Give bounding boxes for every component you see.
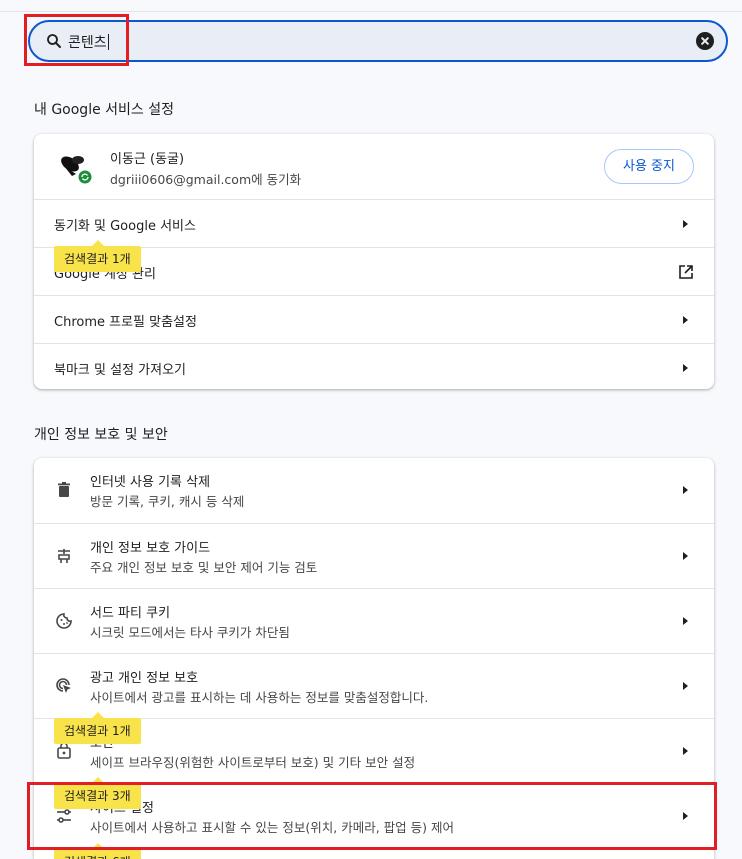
- clear-browsing-data-row[interactable]: 인터넷 사용 기록 삭제 방문 기록, 쿠키, 캐시 등 삭제: [34, 458, 714, 523]
- row-subtitle: 세이프 브라우징(위험한 사이트로부터 보호) 및 기타 보안 설정: [90, 755, 416, 770]
- row-subtitle: 사이트에서 광고를 표시하는 데 사용하는 정보를 맞춤설정합니다.: [90, 690, 429, 705]
- account-email: dgriii0606@gmail.com에 동기화: [110, 172, 302, 187]
- privacy-guide-row[interactable]: 개인 정보 보호 가이드 주요 개인 정보 보호 및 보안 제어 기능 검토: [34, 523, 714, 588]
- chevron-right-icon: [683, 316, 688, 324]
- ad-privacy-row[interactable]: 광고 개인 정보 보호 사이트에서 광고를 표시하는 데 사용하는 정보를 맞춤…: [34, 653, 714, 718]
- search-result-tooltip-sync: 검색결과 1개: [54, 240, 141, 272]
- chevron-right-icon: [683, 812, 688, 820]
- third-party-cookies-row[interactable]: 서드 파티 쿠키 시크릿 모드에서는 타사 쿠키가 차단됨: [34, 588, 714, 653]
- search-result-tooltip-site-settings: 검색결과 3개: [54, 777, 141, 809]
- site-settings-icon: [57, 809, 71, 823]
- row-title: 인터넷 사용 기록 삭제: [90, 475, 211, 490]
- chevron-right-icon: [683, 364, 688, 372]
- stop-sync-button[interactable]: 사용 중지: [604, 149, 694, 184]
- trash-icon: [58, 482, 70, 497]
- cookie-icon: [56, 613, 72, 629]
- account-name: 이동근 (동굴): [110, 152, 185, 167]
- search-input[interactable]: 콘텐츠: [68, 32, 109, 52]
- sync-services-row[interactable]: 동기화 및 Google 서비스: [34, 199, 714, 247]
- search-result-tooltip-security: 검색결과 1개: [54, 712, 141, 744]
- row-subtitle: 주요 개인 정보 보호 및 보안 제어 기능 검토: [90, 560, 318, 575]
- row-title: 개인 정보 보호 가이드: [90, 541, 211, 556]
- import-bookmarks-row[interactable]: 북마크 및 설정 가져오기: [34, 343, 714, 391]
- chevron-right-icon: [683, 682, 688, 690]
- row-subtitle: 방문 기록, 쿠키, 캐시 등 삭제: [90, 494, 245, 509]
- clear-search-icon[interactable]: [696, 32, 714, 50]
- chevron-right-icon: [683, 747, 688, 755]
- guide-icon: [58, 549, 70, 563]
- chevron-right-icon: [683, 617, 688, 625]
- chevron-right-icon: [683, 552, 688, 560]
- sync-section-title: 내 Google 서비스 설정: [34, 102, 174, 118]
- customize-profile-row[interactable]: Chrome 프로필 맞춤설정: [34, 295, 714, 343]
- row-label: Chrome 프로필 맞춤설정: [54, 315, 197, 330]
- account-row: 이동근 (동굴) dgriii0606@gmail.com에 동기화 사용 중지: [34, 134, 714, 199]
- security-icon: [57, 742, 71, 759]
- ad-privacy-icon: [56, 678, 71, 693]
- search-icon: [47, 34, 61, 48]
- open-in-new-icon: [679, 265, 693, 279]
- row-title: 서드 파티 쿠키: [90, 606, 171, 621]
- row-label: 동기화 및 Google 서비스: [54, 219, 196, 234]
- avatar: [61, 156, 92, 185]
- settings-search-bar[interactable]: 콘텐츠: [28, 20, 728, 62]
- chevron-right-icon: [683, 220, 688, 228]
- privacy-section-title: 개인 정보 보호 및 보안: [34, 427, 168, 443]
- row-subtitle: 사이트에서 사용하고 표시할 수 있는 정보(위치, 카메라, 팝업 등) 제어: [90, 820, 454, 835]
- search-result-tooltip-partial: 검색결과 6개: [54, 843, 141, 859]
- top-border: [0, 0, 742, 12]
- row-subtitle: 시크릿 모드에서는 타사 쿠키가 차단됨: [90, 625, 290, 640]
- chevron-right-icon: [683, 486, 688, 494]
- row-title: 광고 개인 정보 보호: [90, 671, 199, 686]
- row-label: 북마크 및 설정 가져오기: [54, 363, 186, 378]
